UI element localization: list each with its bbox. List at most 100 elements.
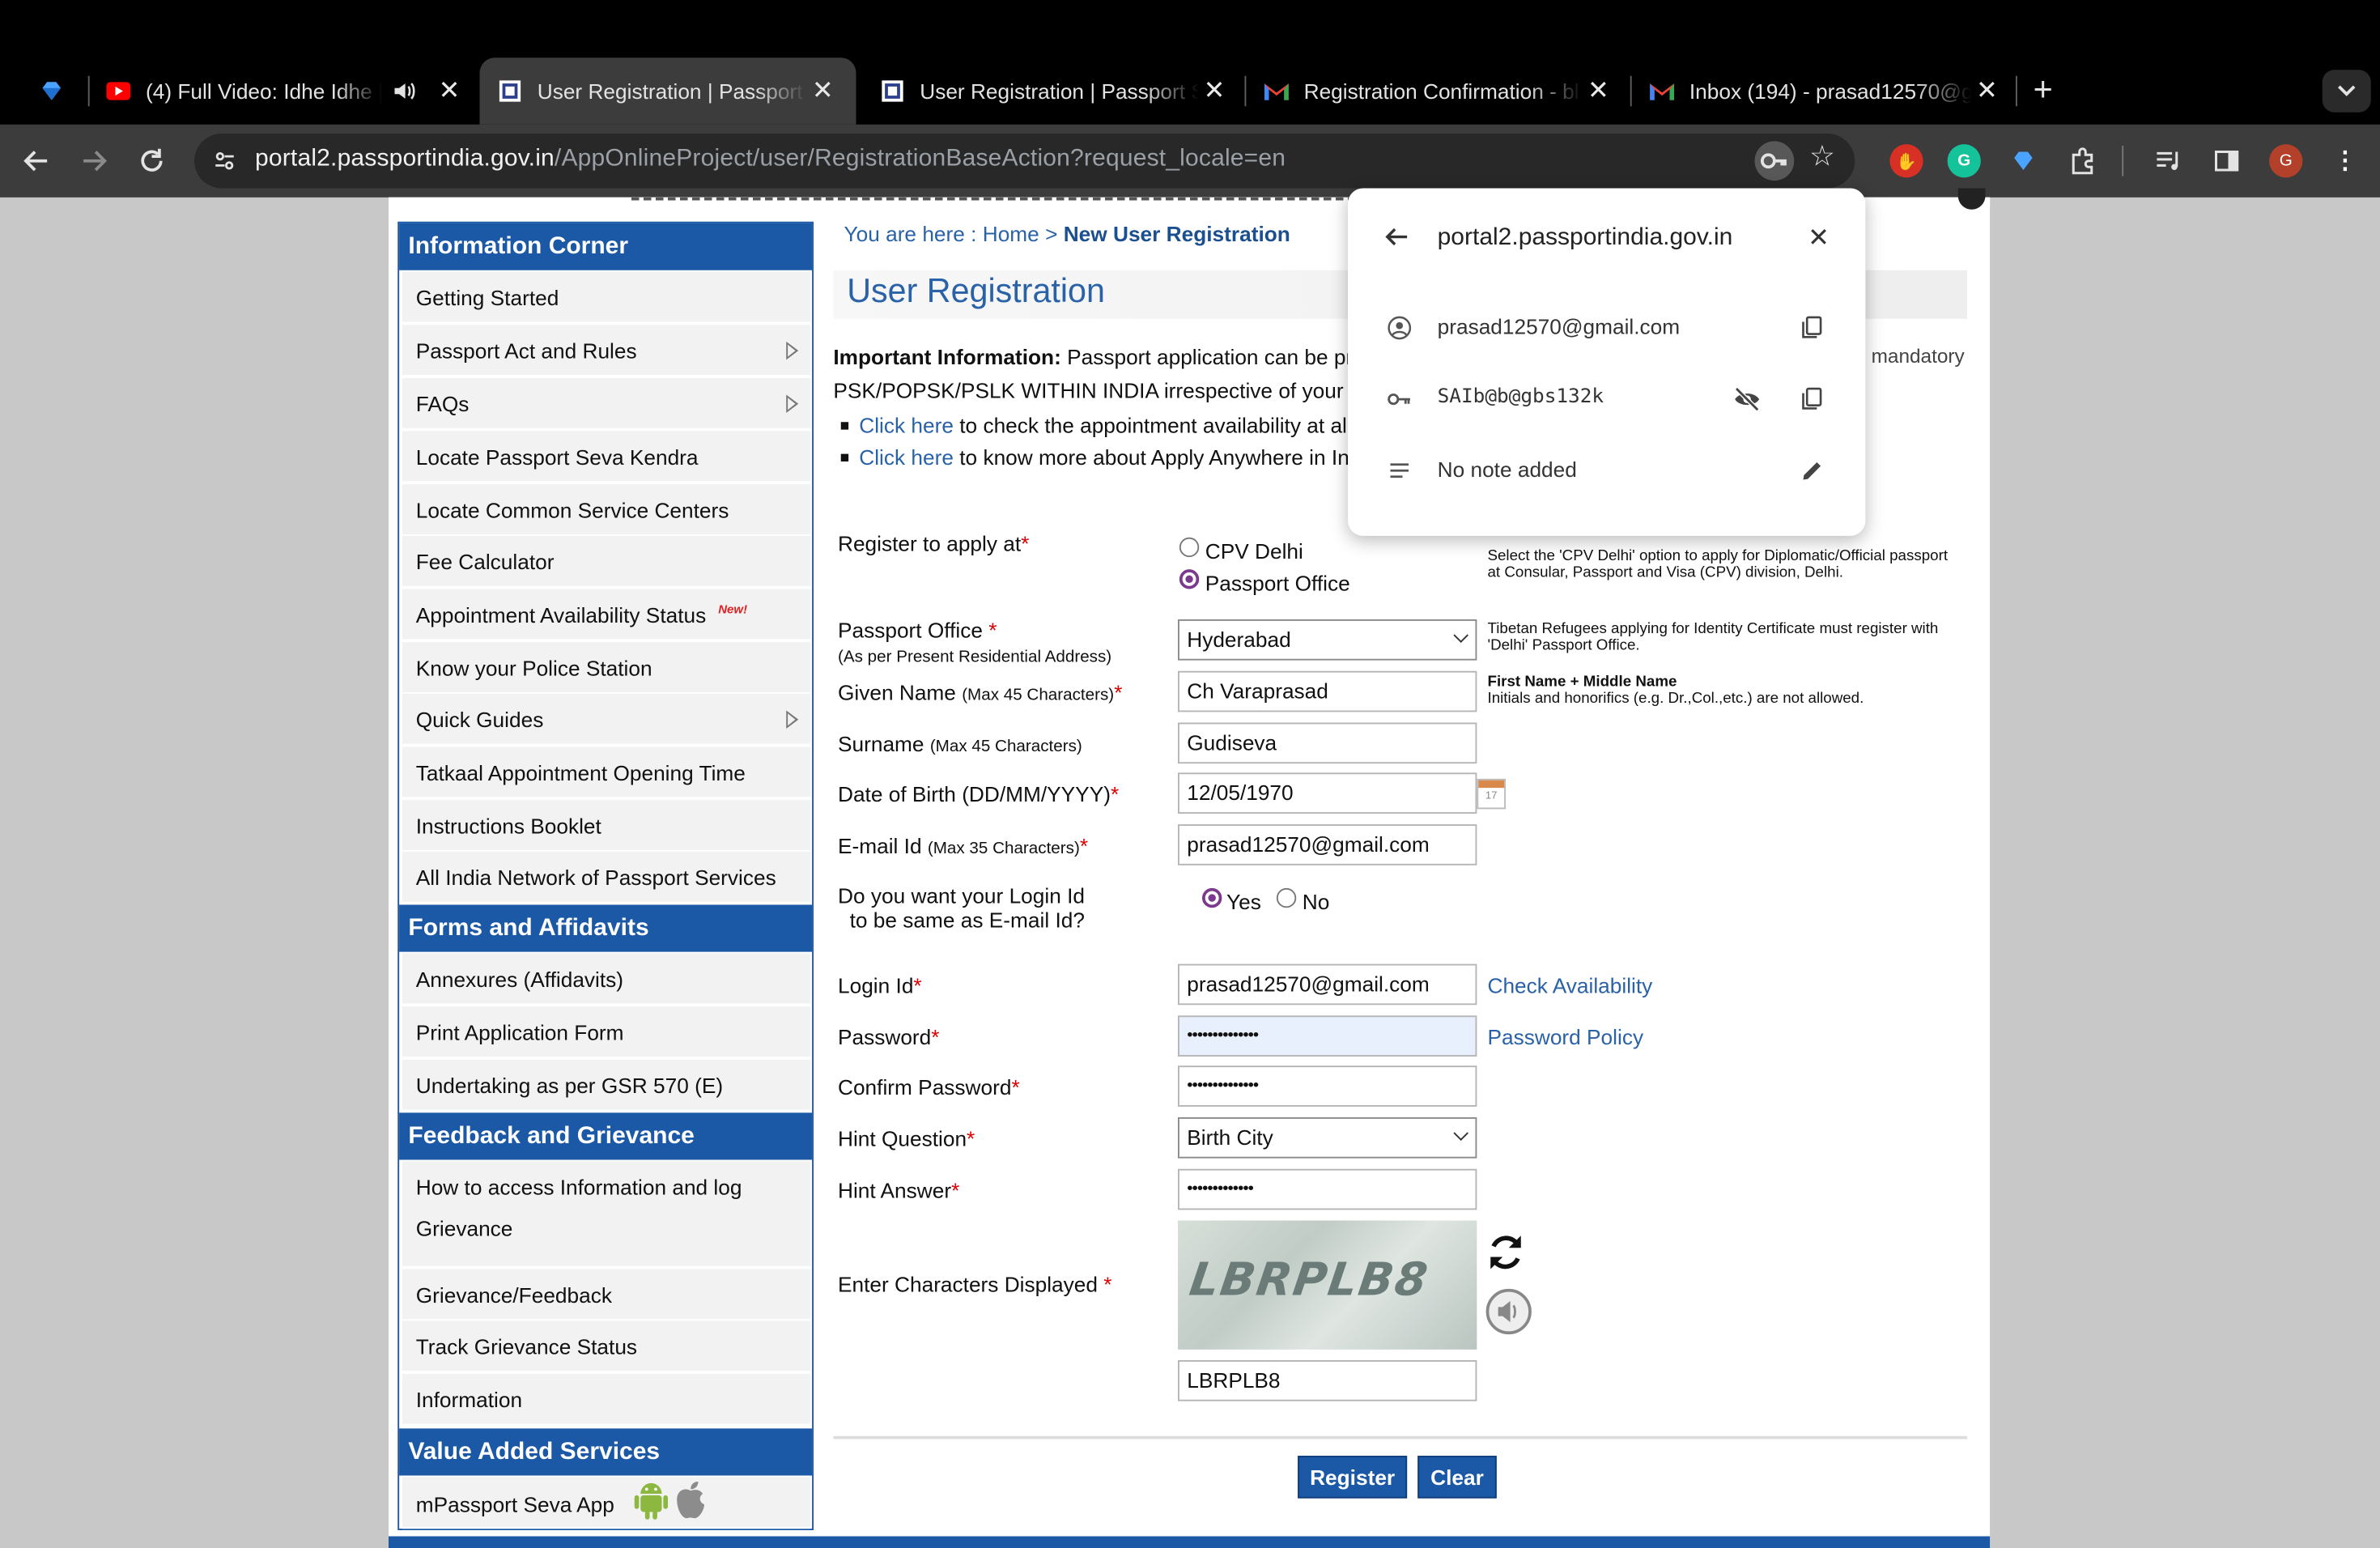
sidebar-item-locate-psk[interactable]: Locate Passport Seva Kendra [402,431,811,483]
password-input[interactable]: •••••••••••••• [1178,1015,1477,1057]
new-tab-button[interactable]: + [2025,70,2061,108]
given-name-input[interactable]: Ch Varaprasad [1178,670,1477,712]
sidebar-item-mpassport-app[interactable]: mPassport Seva App [402,1477,811,1529]
click-here-link-1[interactable]: Click here [859,413,954,437]
tab-search-button[interactable] [2322,70,2371,113]
passport-office-select[interactable]: Hyderabad [1178,619,1477,661]
email-input[interactable]: prasad12570@gmail.com [1178,824,1477,865]
notes-icon [1388,458,1412,483]
gmail-icon [1264,79,1289,104]
sidebar-item-fee-calculator[interactable]: Fee Calculator [402,535,811,588]
profile-avatar[interactable]: G [2269,144,2303,178]
hide-password-icon[interactable] [1733,385,1761,413]
register-button[interactable]: Register [1298,1456,1408,1499]
dob-input[interactable]: 12/05/1970 [1178,772,1477,814]
breadcrumb-home-link[interactable]: Home [983,222,1039,246]
sidebar-item-locate-csc[interactable]: Locate Common Service Centers [402,484,811,536]
important-info-line2: PSK/POPSK/PSLK WITHIN INDIA irrespective… [833,377,1357,402]
sidebar-item-information[interactable]: Information [402,1373,811,1426]
forward-button[interactable] [73,140,116,183]
bookmark-star-icon[interactable]: ☆ [1809,140,1835,175]
audio-captcha-icon[interactable] [1485,1288,1532,1335]
sidebar-item-tatkaal[interactable]: Tatkaal Appointment Opening Time [402,746,811,799]
sidebar-item-faqs[interactable]: FAQs [402,377,811,430]
radio-cpv-delhi[interactable] [1179,537,1200,558]
side-panel-icon[interactable] [2210,144,2243,177]
tab-user-registration-active[interactable]: User Registration | Passport Seva ✕ [479,57,856,125]
check-availability-link[interactable]: Check Availability [1488,973,1653,997]
login-id-input[interactable]: prasad12570@gmail.com [1178,963,1477,1006]
confirm-password-input[interactable]: •••••••••••••• [1178,1065,1477,1107]
sidebar-item-quick-guides[interactable]: Quick Guides [402,693,811,746]
sidebar-item-getting-started[interactable]: Getting Started [402,271,811,324]
sidebar-item-appointment-availability[interactable]: Appointment Availability Status New! [402,589,811,641]
tab-user-registration[interactable]: User Registration | Passport Seva ✕ [881,67,1230,116]
reload-button[interactable] [130,140,173,183]
sidebar-item-undertaking[interactable]: Undertaking as per GSR 570 (E) [402,1059,811,1112]
site-info-icon[interactable] [206,142,243,179]
form-divider [833,1435,1967,1440]
screen-root: (4) Full Video: Idhe Idhe | ✕ User Regis… [0,0,2380,1548]
refresh-captcha-icon[interactable] [1485,1231,1528,1282]
breadcrumb-current: New User Registration [1063,221,1290,246]
extension-grammarly-icon[interactable]: G [1947,144,1981,178]
passport-icon [881,79,905,104]
close-tab-icon[interactable]: ✕ [434,76,465,107]
popup-username-row: prasad12570@gmail.com [1348,310,1865,347]
close-tab-icon[interactable]: ✕ [1972,76,2003,107]
password-policy-link[interactable]: Password Policy [1488,1025,1644,1049]
sidebar-item-police-station[interactable]: Know your Police Station [402,642,811,694]
clear-button[interactable]: Clear [1417,1456,1497,1499]
popup-note: No note added [1437,457,1577,482]
extension-adblock-icon[interactable]: ✋ [1889,144,1923,178]
copy-password-icon[interactable] [1799,385,1826,413]
android-icon[interactable] [633,1480,669,1524]
copy-username-icon[interactable] [1799,314,1826,342]
sidebar-item-how-to-access[interactable]: How to access Information and log Grievan… [402,1161,811,1268]
hint-question-select[interactable]: Birth City [1178,1117,1477,1159]
sidebar-item-passport-act[interactable]: Passport Act and Rules [402,325,811,376]
password-key-icon[interactable] [1754,141,1795,181]
hint-answer-input[interactable]: ••••••••••••• [1178,1168,1477,1210]
speaker-icon[interactable] [392,79,423,104]
sidebar-item-track-grievance[interactable]: Track Grievance Status [402,1320,811,1372]
extensions-puzzle-icon[interactable] [2066,144,2099,177]
radio-login-same-yes[interactable] [1202,887,1222,908]
extension-diamond-icon[interactable] [2007,144,2040,177]
browser-tab-strip: (4) Full Video: Idhe Idhe | ✕ User Regis… [0,0,2380,125]
close-tab-icon[interactable]: ✕ [1583,76,1614,107]
apple-icon[interactable] [671,1478,711,1525]
sidebar-item-annexures[interactable]: Annexures (Affidavits) [402,953,811,1006]
back-arrow-icon[interactable] [1384,225,1409,257]
pinned-tab[interactable] [40,67,70,116]
close-tab-icon[interactable]: ✕ [1199,76,1230,107]
calendar-icon[interactable]: 17 [1477,778,1506,810]
breadcrumb: You are here : Home > New User Registrat… [844,221,1290,246]
tab-youtube[interactable]: (4) Full Video: Idhe Idhe | ✕ [106,67,465,116]
sidebar-item-instructions-booklet[interactable]: Instructions Booklet [402,800,811,852]
close-tab-icon[interactable]: ✕ [808,76,839,107]
sidebar-item-print-form[interactable]: Print Application Form [402,1006,811,1058]
browser-menu-icon[interactable]: ⋮ [2328,144,2361,177]
sidebar-item-grievance-feedback[interactable]: Grievance/Feedback [402,1269,811,1321]
radio-passport-office[interactable] [1179,569,1200,589]
tab-inbox[interactable]: Inbox (194) - prasad12570@gmail.com ✕ [1650,67,2002,116]
media-controls-icon[interactable] [2153,144,2186,177]
radio-cpv-delhi-label: CPV Delhi [1205,538,1303,563]
gmail-icon [1650,79,1675,104]
radio-login-same-no[interactable] [1276,887,1297,908]
info-bullet-1: Click here to check the appointment avai… [833,413,1352,437]
tab-title: User Registration | Passport Seva [920,79,1199,104]
captcha-input[interactable]: LBRPLB8 [1178,1360,1477,1401]
radio-no-label: No [1302,889,1330,914]
edit-note-icon[interactable] [1799,457,1826,484]
address-bar[interactable]: portal2.passportindia.gov.in/AppOnlinePr… [194,134,1855,189]
surname-input[interactable]: Gudiseva [1178,722,1477,764]
back-button[interactable] [15,140,58,183]
tab-registration-confirmation[interactable]: Registration Confirmation - bl ✕ [1264,67,1613,116]
sidebar-item-all-india-network[interactable]: All India Network of Passport Services [402,851,811,904]
click-here-link-2[interactable]: Click here [859,444,954,469]
passport-office-label: Passport Office * (As per Present Residen… [838,618,1112,667]
close-popup-icon[interactable]: ✕ [1808,223,1830,254]
expand-arrow-icon [786,710,799,729]
